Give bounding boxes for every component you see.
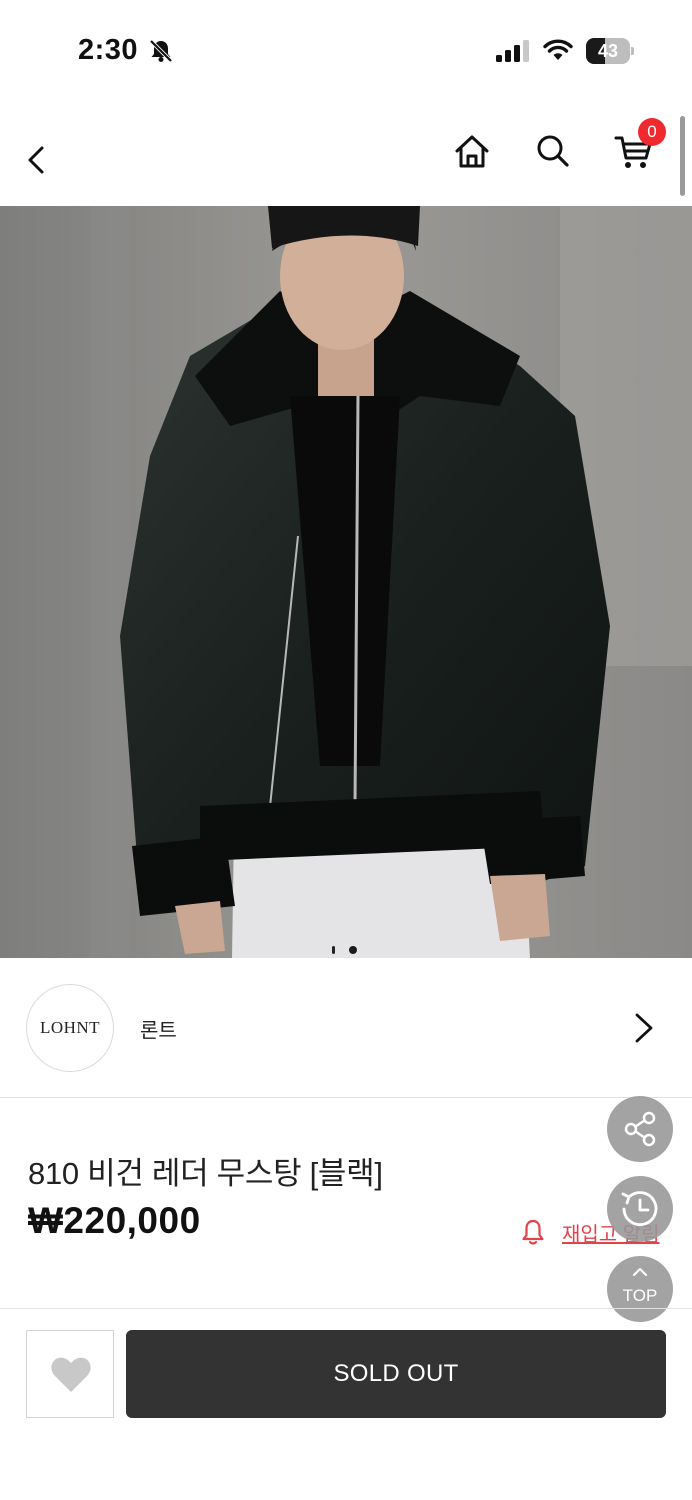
scroll-to-top-button[interactable]: TOP	[607, 1256, 673, 1322]
home-icon[interactable]	[452, 132, 492, 172]
brand-name: 론트	[140, 1020, 177, 1042]
share-button[interactable]	[607, 1096, 673, 1162]
sold-out-button[interactable]: SOLD OUT	[126, 1330, 666, 1418]
carousel-dot-1[interactable]	[332, 946, 335, 954]
recently-viewed-button[interactable]	[607, 1176, 673, 1242]
share-icon	[624, 1111, 656, 1147]
cart-count-badge: 0	[638, 118, 666, 146]
bell-icon	[522, 1219, 544, 1245]
carousel-dot-2[interactable]	[349, 946, 357, 954]
history-icon	[621, 1191, 658, 1226]
chevron-left-icon[interactable]	[20, 140, 54, 180]
brand-row[interactable]: LOHNT 론트	[0, 958, 692, 1098]
brand-logo: LOHNT	[26, 984, 114, 1072]
status-time: 2:30	[78, 34, 139, 66]
product-image[interactable]	[0, 206, 692, 958]
battery-percent: 43	[597, 41, 619, 61]
product-price: ₩220,000	[28, 1200, 201, 1241]
product-photo-jacket	[0, 206, 692, 958]
divider	[0, 1308, 692, 1309]
battery-icon: 43	[586, 38, 634, 64]
cellular-signal-icon	[496, 40, 529, 62]
product-title: 810 비건 레더 무스탕 [블랙]	[28, 1156, 383, 1191]
bell-slash-icon	[149, 39, 173, 63]
status-bar: 2:30 43	[0, 0, 692, 100]
scroll-to-top-label: TOP	[622, 1286, 658, 1305]
wifi-icon	[543, 39, 573, 60]
carousel-indicator	[0, 942, 692, 956]
scrollbar[interactable]	[680, 116, 685, 196]
heart-icon	[51, 1357, 91, 1392]
search-icon[interactable]	[534, 132, 572, 170]
chevron-right-icon	[635, 1013, 653, 1043]
app-header	[0, 110, 692, 206]
wishlist-button[interactable]	[26, 1330, 114, 1418]
